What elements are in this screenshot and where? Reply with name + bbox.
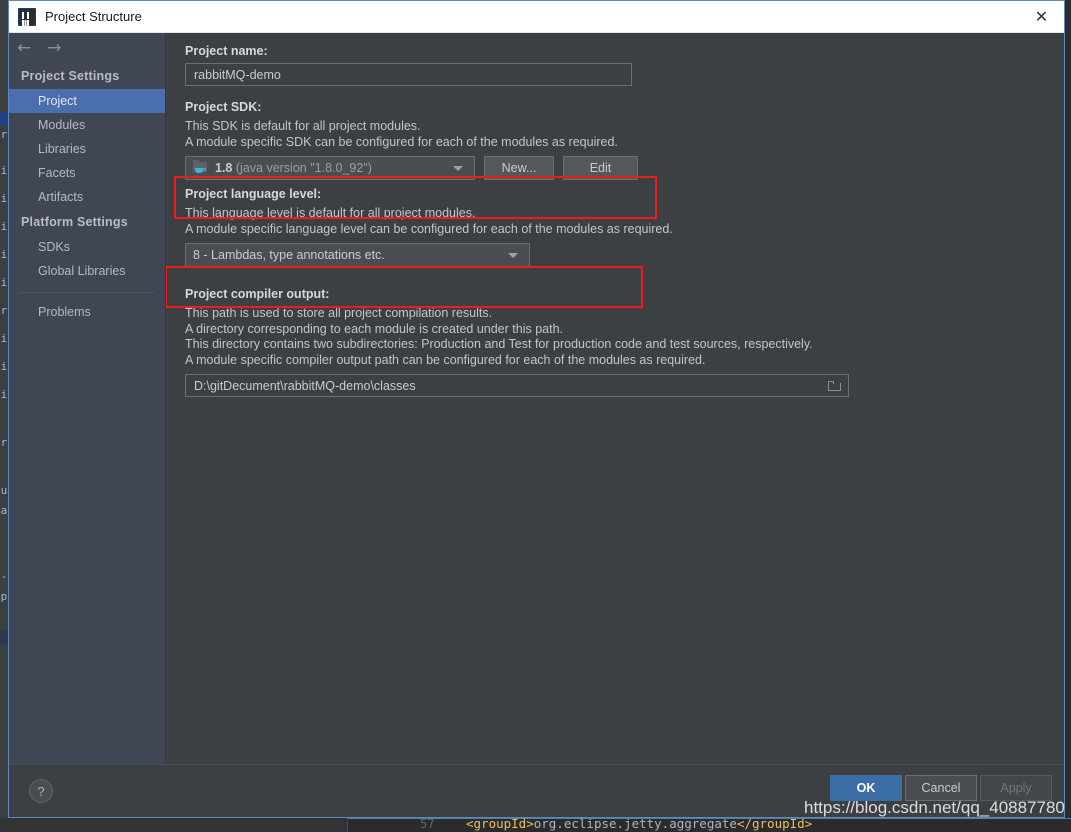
bg-code-fragment: ar bbox=[0, 304, 8, 317]
bg-code-fragment: ei bbox=[0, 388, 8, 401]
compiler-output-description-2: A directory corresponding to each module… bbox=[185, 321, 563, 336]
compiler-output-description-1: This path is used to store all project c… bbox=[185, 306, 493, 320]
sdk-detail: (java version "1.8.0_92") bbox=[235, 161, 372, 175]
editor-gutter bbox=[0, 818, 348, 832]
project-sdk-description-1: This SDK is default for all project modu… bbox=[185, 119, 421, 133]
forward-arrow-icon[interactable]: → bbox=[47, 39, 61, 57]
sdk-edit-label: Edit bbox=[589, 161, 612, 175]
bg-code-fragment: ei bbox=[0, 332, 8, 345]
folder-browse-icon[interactable] bbox=[824, 377, 844, 395]
close-icon[interactable]: ✕ bbox=[1019, 1, 1064, 32]
bg-code-fragment: e- bbox=[0, 570, 8, 583]
sidebar-group-project-settings: Project Settings bbox=[21, 69, 120, 83]
sidebar-item-modules[interactable]: Modules bbox=[9, 113, 165, 137]
sdk-version: 1.8 bbox=[215, 161, 233, 175]
project-name-input[interactable]: rabbitMQ-demo bbox=[185, 63, 632, 86]
help-button[interactable]: ? bbox=[29, 779, 53, 803]
dialog-title: Project Structure bbox=[45, 9, 142, 24]
project-sdk-description-2: A module specific SDK can be configured … bbox=[185, 134, 618, 149]
settings-main-panel: Project name: rabbitMQ-demo Project SDK:… bbox=[166, 33, 1064, 764]
editor-code-line: <groupId>org.eclipse.jetty.aggregate</gr… bbox=[466, 818, 812, 831]
sidebar-navigation: ← → bbox=[9, 33, 165, 63]
xml-text: org.eclipse.jetty.aggregate bbox=[533, 818, 737, 831]
settings-sidebar: ← → Project Settings Project Modules Lib… bbox=[9, 33, 166, 764]
sdk-new-label: New... bbox=[501, 161, 537, 175]
back-arrow-icon[interactable]: ← bbox=[17, 39, 31, 57]
project-name-label: Project name: bbox=[185, 44, 268, 58]
dialog-titlebar: Project Structure ✕ bbox=[9, 1, 1064, 33]
bg-code-fragment: ei bbox=[0, 220, 8, 233]
sidebar-item-artifacts[interactable]: Artifacts bbox=[9, 185, 165, 209]
language-level-value: 8 - Lambdas, type annotations etc. bbox=[193, 248, 385, 262]
language-level-label: Project language level: bbox=[185, 187, 322, 201]
sidebar-item-libraries[interactable]: Libraries bbox=[9, 137, 165, 161]
dialog-body: ← → Project Settings Project Modules Lib… bbox=[9, 33, 1064, 764]
sidebar-item-global-libraries[interactable]: Global Libraries bbox=[9, 259, 165, 283]
project-sdk-combobox[interactable]: 1.8 (java version "1.8.0_92") bbox=[185, 156, 475, 180]
sdk-new-button[interactable]: New... bbox=[484, 156, 554, 180]
bg-code-fragment: xp bbox=[0, 590, 8, 603]
sidebar-item-facets[interactable]: Facets bbox=[9, 161, 165, 185]
compiler-output-description-3: This directory contains two subdirectori… bbox=[185, 337, 813, 351]
sidebar-group-platform-settings: Platform Settings bbox=[21, 215, 128, 229]
bg-code-fragment: ei bbox=[0, 164, 8, 177]
sidebar-divider bbox=[19, 292, 155, 293]
bg-code-fragment: or bbox=[0, 436, 8, 449]
project-sdk-value: 1.8 (java version "1.8.0_92") bbox=[215, 161, 450, 175]
intellij-idea-icon bbox=[18, 7, 36, 26]
language-level-combobox[interactable]: 8 - Lambdas, type annotations etc. bbox=[185, 243, 530, 267]
project-sdk-label: Project SDK: bbox=[185, 100, 262, 114]
sdk-edit-button[interactable]: Edit bbox=[563, 156, 638, 180]
language-level-description-1: This language level is default for all p… bbox=[185, 206, 476, 220]
bg-code-fragment: or bbox=[0, 128, 8, 141]
language-level-description-2: A module specific language level can be … bbox=[185, 221, 673, 236]
watermark-url: https://blog.csdn.net/qq_40887780 bbox=[804, 798, 1065, 817]
chevron-down-icon[interactable] bbox=[505, 252, 521, 258]
sidebar-item-project[interactable]: Project bbox=[9, 89, 165, 113]
bg-code-fragment: m bbox=[0, 48, 1, 61]
ide-background-editor-bottom: 57 <groupId>org.eclipse.jetty.aggregate<… bbox=[0, 818, 1071, 832]
bg-code-fragment: du bbox=[0, 484, 8, 497]
bg-code-fragment: ei bbox=[0, 192, 8, 205]
sidebar-item-problems[interactable]: Problems bbox=[9, 300, 165, 324]
compiler-output-label: Project compiler output: bbox=[185, 287, 330, 301]
sidebar-item-sdks[interactable]: SDKs bbox=[9, 235, 165, 259]
java-sdk-folder-icon bbox=[193, 160, 209, 175]
bg-code-fragment: ei bbox=[0, 360, 8, 373]
editor-line-number: 57 bbox=[420, 818, 435, 831]
xml-open-tag: <groupId> bbox=[466, 818, 534, 831]
compiler-output-description-4: A module specific compiler output path c… bbox=[185, 352, 706, 367]
xml-close-tag: </groupId> bbox=[736, 818, 813, 831]
compiler-output-path-value: D:\gitDecument\rabbitMQ-demo\classes bbox=[194, 378, 416, 393]
bg-code-fragment: ca bbox=[0, 504, 8, 517]
chevron-down-icon[interactable] bbox=[450, 165, 466, 171]
project-structure-dialog: Project Structure ✕ ← → Project Settings… bbox=[8, 0, 1065, 818]
bg-code-fragment: ei bbox=[0, 248, 8, 261]
compiler-output-path-input[interactable]: D:\gitDecument\rabbitMQ-demo\classes bbox=[185, 374, 849, 397]
bg-code-fragment: ei bbox=[0, 276, 8, 289]
